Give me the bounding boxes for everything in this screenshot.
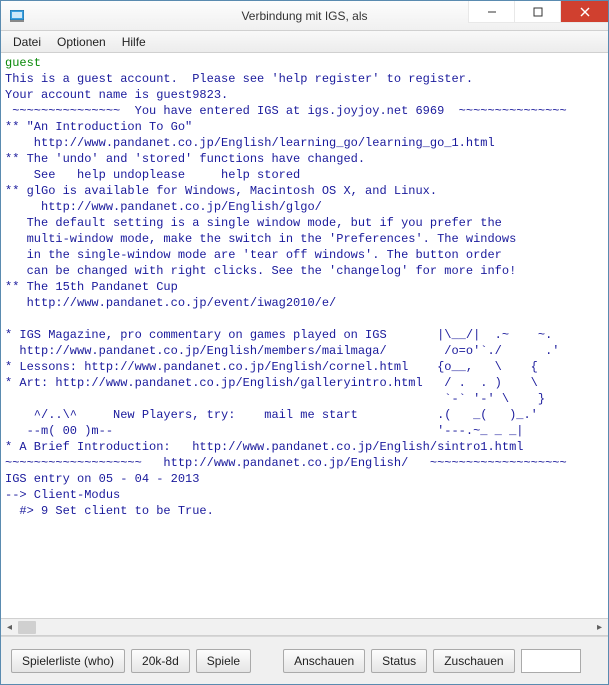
terminal-line: * Art: http://www.pandanet.co.jp/English… bbox=[5, 376, 538, 390]
playerlist-button[interactable]: Spielerliste (who) bbox=[11, 649, 125, 673]
terminal-line: http://www.pandanet.co.jp/English/glgo/ bbox=[5, 200, 322, 214]
terminal-output: guest This is a guest account. Please se… bbox=[5, 55, 604, 617]
terminal-line: * IGS Magazine, pro commentary on games … bbox=[5, 328, 552, 342]
terminal-line: in the single-window mode are 'tear off … bbox=[5, 248, 502, 262]
rank-range-button[interactable]: 20k-8d bbox=[131, 649, 190, 673]
minimize-button[interactable] bbox=[468, 1, 514, 23]
menubar: Datei Optionen Hilfe bbox=[1, 31, 608, 53]
titlebar: Verbindung mit IGS, als bbox=[1, 1, 608, 31]
games-button[interactable]: Spiele bbox=[196, 649, 251, 673]
scrollbar-track[interactable] bbox=[18, 619, 591, 636]
bottom-toolbar: Spielerliste (who) 20k-8d Spiele Anschau… bbox=[1, 636, 608, 684]
terminal-line: This is a guest account. Please see 'hel… bbox=[5, 72, 473, 86]
terminal-line: See help undoplease help stored bbox=[5, 168, 300, 182]
app-window: Verbindung mit IGS, als Datei Optionen H… bbox=[0, 0, 609, 685]
scroll-right-icon[interactable]: ▸ bbox=[591, 619, 608, 636]
menu-help[interactable]: Hilfe bbox=[114, 33, 154, 51]
terminal-line: --m( 00 )m-- '---.~_ _ _| bbox=[5, 424, 523, 438]
terminal-line: multi-window mode, make the switch in th… bbox=[5, 232, 516, 246]
observe-input[interactable] bbox=[521, 649, 581, 673]
terminal-line: ~~~~~~~~~~~~~~~~~~~ http://www.pandanet.… bbox=[5, 456, 567, 470]
terminal-line: --> Client-Modus bbox=[5, 488, 120, 502]
terminal-line: ** The 15th Pandanet Cup bbox=[5, 280, 178, 294]
observe-button[interactable]: Zuschauen bbox=[433, 649, 514, 673]
terminal-line: Your account name is guest9823. bbox=[5, 88, 228, 102]
close-button[interactable] bbox=[560, 1, 608, 23]
terminal-line: `-` '-' \ } bbox=[5, 392, 545, 406]
menu-file[interactable]: Datei bbox=[5, 33, 49, 51]
scrollbar-thumb[interactable] bbox=[18, 621, 36, 634]
terminal-line: ** glGo is available for Windows, Macint… bbox=[5, 184, 437, 198]
app-icon bbox=[9, 8, 25, 24]
guest-prompt: guest bbox=[5, 56, 41, 70]
terminal-line: * A Brief Introduction: http://www.panda… bbox=[5, 440, 523, 454]
menu-options[interactable]: Optionen bbox=[49, 33, 114, 51]
status-button[interactable]: Status bbox=[371, 649, 427, 673]
terminal-line: #> 9 Set client to be True. bbox=[5, 504, 214, 518]
terminal-line: IGS entry on 05 - 04 - 2013 bbox=[5, 472, 199, 486]
terminal-line: The default setting is a single window m… bbox=[5, 216, 502, 230]
terminal-line: ** "An Introduction To Go" bbox=[5, 120, 192, 134]
terminal-line: http://www.pandanet.co.jp/English/member… bbox=[5, 344, 560, 358]
terminal-line: ~~~~~~~~~~~~~~~ You have entered IGS at … bbox=[5, 104, 567, 118]
content-area: guest This is a guest account. Please se… bbox=[1, 53, 608, 636]
scroll-left-icon[interactable]: ◂ bbox=[1, 619, 18, 636]
watch-button[interactable]: Anschauen bbox=[283, 649, 365, 673]
terminal-line: http://www.pandanet.co.jp/English/learni… bbox=[5, 136, 495, 150]
terminal-line: ^/..\^ New Players, try: mail me start .… bbox=[5, 408, 538, 422]
maximize-button[interactable] bbox=[514, 1, 560, 23]
terminal-line: can be changed with right clicks. See th… bbox=[5, 264, 516, 278]
horizontal-scrollbar[interactable]: ◂ ▸ bbox=[1, 618, 608, 635]
window-controls bbox=[468, 1, 608, 23]
terminal-line: http://www.pandanet.co.jp/event/iwag2010… bbox=[5, 296, 336, 310]
terminal-line: ** The 'undo' and 'stored' functions hav… bbox=[5, 152, 365, 166]
terminal-line: * Lessons: http://www.pandanet.co.jp/Eng… bbox=[5, 360, 538, 374]
